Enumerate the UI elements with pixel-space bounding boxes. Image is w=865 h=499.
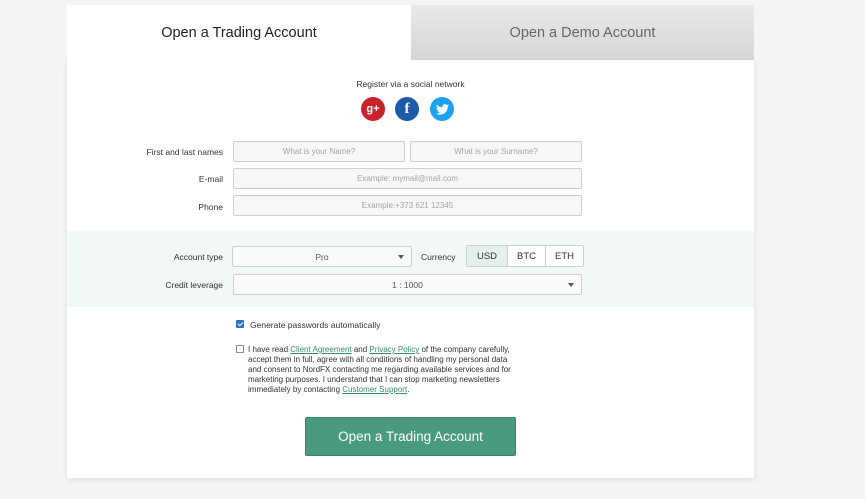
agree-text-1: I have read [248, 345, 291, 354]
registration-form: Register via a social network g+ f First… [67, 60, 754, 478]
currency-selector: USD BTC ETH [466, 245, 584, 267]
leverage-value: 1 : 1000 [392, 279, 423, 290]
agree-checkbox[interactable] [236, 345, 244, 353]
privacy-policy-link[interactable]: Privacy Policy [369, 345, 419, 354]
leverage-select[interactable]: 1 : 1000 [233, 274, 582, 295]
client-agreement-link[interactable]: Client Agreement [290, 345, 351, 354]
agree-text-2: and [351, 345, 370, 354]
currency-eth-button[interactable]: ETH [545, 246, 583, 266]
account-type-select[interactable]: Pro [232, 246, 412, 267]
tab-demo-account[interactable]: Open a Demo Account [411, 5, 754, 60]
phone-input[interactable] [233, 195, 582, 216]
social-title: Register via a social network [356, 79, 465, 89]
tab-trading-account[interactable]: Open a Trading Account [67, 5, 411, 60]
agree-text-4: . [407, 385, 410, 394]
generate-passwords-label: Generate passwords automatically [250, 320, 381, 330]
currency-btc-button[interactable]: BTC [507, 246, 545, 266]
phone-label: Phone [198, 202, 223, 212]
account-type-value: Pro [315, 251, 329, 262]
twitter-icon[interactable] [430, 97, 454, 121]
account-settings-section [67, 231, 754, 307]
surname-input[interactable] [410, 141, 582, 162]
facebook-icon[interactable]: f [395, 97, 419, 121]
open-trading-account-button[interactable]: Open a Trading Account [305, 417, 516, 456]
generate-passwords-checkbox[interactable] [236, 320, 244, 328]
email-label: E-mail [198, 174, 223, 184]
email-input[interactable] [233, 168, 582, 189]
first-name-input[interactable] [233, 141, 405, 162]
currency-usd-button[interactable]: USD [467, 246, 507, 266]
leverage-label: Credit leverage [165, 280, 223, 290]
name-label: First and last names [146, 147, 223, 157]
google-plus-icon[interactable]: g+ [361, 97, 385, 121]
agreement-text: I have read Client Agreement and Privacy… [248, 345, 518, 395]
twitter-bird-icon [435, 103, 449, 115]
account-tabs: Open a Trading Account Open a Demo Accou… [67, 5, 754, 60]
currency-label: Currency [421, 252, 456, 262]
account-type-label: Account type [173, 252, 223, 262]
chevron-down-icon [398, 255, 404, 259]
customer-support-link[interactable]: Customer Support [342, 385, 407, 394]
chevron-down-icon [568, 283, 574, 287]
